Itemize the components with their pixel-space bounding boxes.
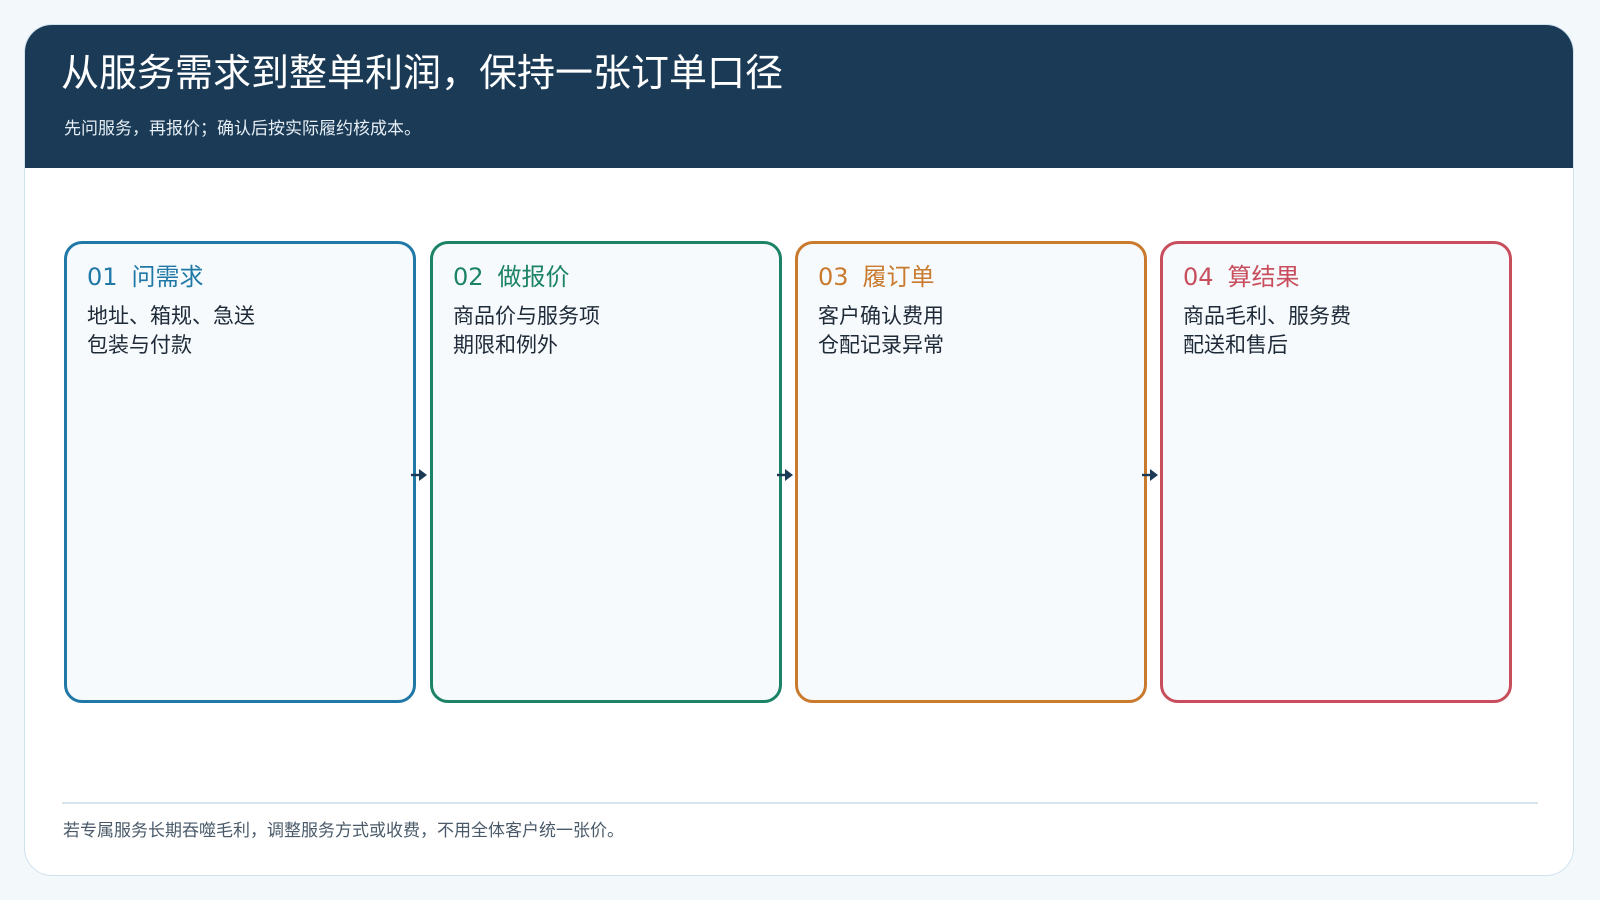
step-number: 04	[1183, 263, 1214, 291]
step-label: 履订单	[862, 263, 935, 291]
header-banner: 从服务需求到整单利润，保持一张订单口径 先问服务，再报价；确认后按实际履约核成本…	[25, 25, 1573, 168]
step-card-quote: 02 做报价 商品价与服务项 期限和例外	[430, 241, 782, 703]
page-title: 从服务需求到整单利润，保持一张订单口径	[61, 51, 784, 95]
step-title: 01 问需求	[87, 260, 204, 294]
arrow-right-icon	[411, 469, 427, 481]
step-detail-line: 地址、箱规、急送	[87, 304, 255, 328]
step-title: 03 履订单	[818, 260, 935, 294]
step-card-settle: 04 算结果 商品毛利、服务费 配送和售后	[1160, 241, 1512, 703]
step-detail-line: 客户确认费用	[818, 304, 944, 328]
step-detail-line: 期限和例外	[453, 333, 558, 357]
step-card-ask-needs: 01 问需求 地址、箱规、急送 包装与付款	[64, 241, 416, 703]
page-subtitle: 先问服务，再报价；确认后按实际履约核成本。	[64, 119, 421, 139]
main-card: 从服务需求到整单利润，保持一张订单口径 先问服务，再报价；确认后按实际履约核成本…	[24, 24, 1574, 876]
step-title: 02 做报价	[453, 260, 570, 294]
step-detail-line: 商品毛利、服务费	[1183, 304, 1351, 328]
footnote: 若专属服务长期吞噬毛利，调整服务方式或收费，不用全体客户统一张价。	[63, 821, 624, 841]
arrow-right-icon	[777, 469, 793, 481]
step-label: 算结果	[1227, 263, 1300, 291]
footer-divider	[62, 802, 1538, 804]
step-label: 问需求	[131, 263, 204, 291]
step-number: 01	[87, 263, 118, 291]
step-label: 做报价	[497, 263, 570, 291]
step-detail-line: 配送和售后	[1183, 333, 1288, 357]
step-number: 03	[818, 263, 849, 291]
step-detail-line: 仓配记录异常	[818, 333, 944, 357]
step-detail-line: 商品价与服务项	[453, 304, 600, 328]
step-card-fulfill: 03 履订单 客户确认费用 仓配记录异常	[795, 241, 1147, 703]
step-title: 04 算结果	[1183, 260, 1300, 294]
step-number: 02	[453, 263, 484, 291]
arrow-right-icon	[1142, 469, 1158, 481]
step-detail-line: 包装与付款	[87, 333, 192, 357]
